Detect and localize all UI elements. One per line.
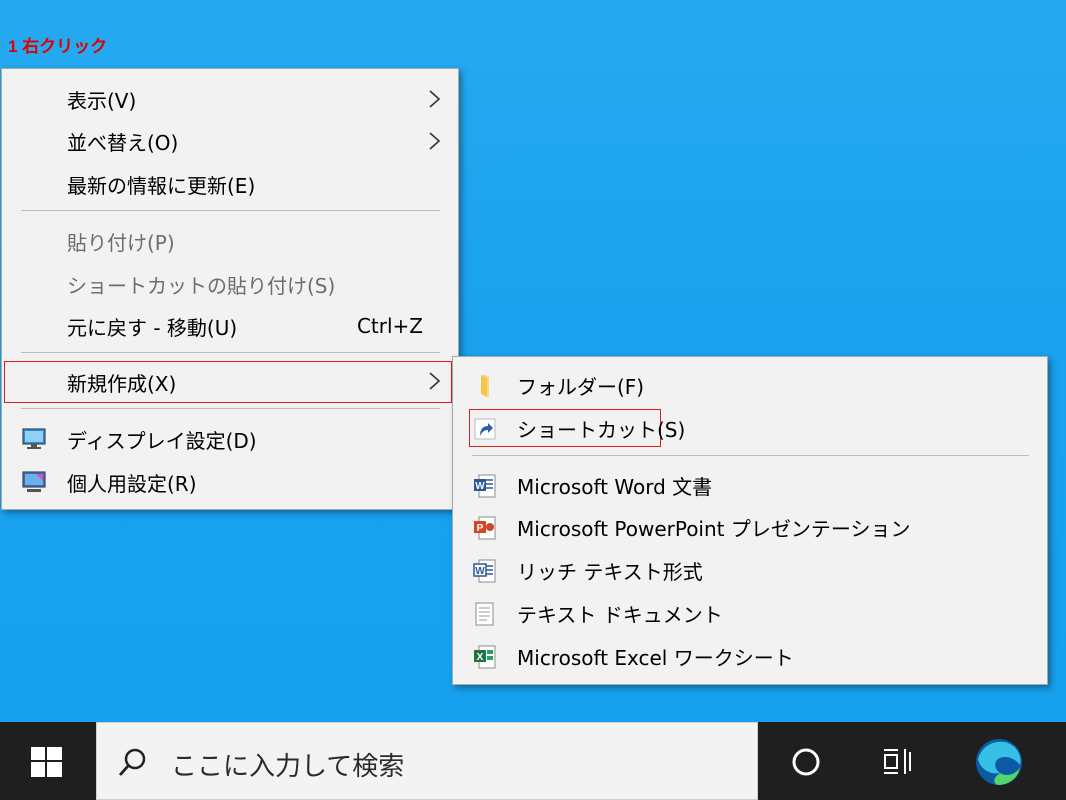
search-icon (118, 748, 146, 776)
desktop-context-menu: 表示(V) 並べ替え(O) 最新の情報に更新(E) 貼り付け(P) ショートカッ… (1, 68, 459, 510)
chevron-right-icon (429, 132, 441, 150)
svg-text:W: W (475, 481, 485, 492)
menu-item-sort[interactable]: 並べ替え(O) (2, 121, 458, 161)
menu-separator (21, 352, 440, 353)
menu-item-new[interactable]: 新規作成(X) (2, 361, 458, 403)
chevron-right-icon (429, 90, 441, 108)
svg-text:P: P (477, 523, 484, 534)
edge-button[interactable] (960, 722, 1040, 800)
cortana-button[interactable] (766, 722, 846, 800)
menu-item-view[interactable]: 表示(V) (2, 79, 458, 119)
shortcut-icon (474, 418, 496, 440)
step-1-annotation: 1 右クリック (8, 37, 108, 56)
menu-item-paste-shortcut: ショートカットの貼り付け(S) (67, 273, 336, 298)
powerpoint-icon: P (474, 516, 496, 540)
menu-separator (21, 408, 440, 409)
search-placeholder: ここに入力して検索 (171, 752, 405, 782)
taskbar: ここに入力して検索 (0, 722, 1066, 800)
display-icon (22, 428, 46, 449)
submenu-item-text-document[interactable]: テキスト ドキュメント (453, 593, 1047, 633)
submenu-item-word[interactable]: W Microsoft Word 文書 (453, 465, 1047, 505)
excel-icon: X (474, 645, 496, 669)
submenu-item-folder[interactable]: フォルダー(F) (453, 365, 1047, 405)
submenu-item-excel[interactable]: X Microsoft Excel ワークシート (453, 636, 1047, 676)
chevron-right-icon (429, 372, 441, 390)
svg-text:X: X (477, 652, 484, 663)
menu-separator (21, 210, 440, 211)
menu-item-display-settings[interactable]: ディスプレイ設定(D) (2, 419, 458, 459)
personalize-icon (22, 471, 46, 492)
edge-icon (976, 739, 1022, 785)
svg-text:W: W (475, 566, 485, 577)
cortana-icon (792, 748, 820, 776)
submenu-separator (472, 455, 1029, 456)
folder-icon (481, 375, 489, 397)
menu-item-paste: 貼り付け(P) (67, 230, 175, 255)
word-icon: W (474, 474, 496, 498)
taskbar-search-box[interactable]: ここに入力して検索 (96, 722, 758, 800)
submenu-item-rich-text[interactable]: W リッチ テキスト形式 (453, 550, 1047, 590)
task-view-icon (884, 749, 911, 774)
submenu-item-powerpoint[interactable]: P Microsoft PowerPoint プレゼンテーション (453, 507, 1047, 547)
text-doc-icon (475, 602, 494, 626)
start-button[interactable] (0, 722, 94, 800)
menu-item-undo-move[interactable]: 元に戻す - 移動(U) Ctrl+Z (2, 306, 458, 346)
rtf-icon: W (473, 559, 496, 583)
menu-item-personalize[interactable]: 個人用設定(R) (2, 462, 458, 502)
menu-item-refresh[interactable]: 最新の情報に更新(E) (2, 164, 458, 204)
windows-start-icon (31, 747, 62, 777)
new-submenu: フォルダー(F) ショートカット(S) W Microsoft Word 文書 … (452, 356, 1048, 685)
submenu-item-shortcut[interactable]: ショートカット(S) (453, 409, 1047, 447)
task-view-button[interactable] (856, 722, 936, 800)
undo-shortcut: Ctrl+Z (356, 314, 423, 338)
